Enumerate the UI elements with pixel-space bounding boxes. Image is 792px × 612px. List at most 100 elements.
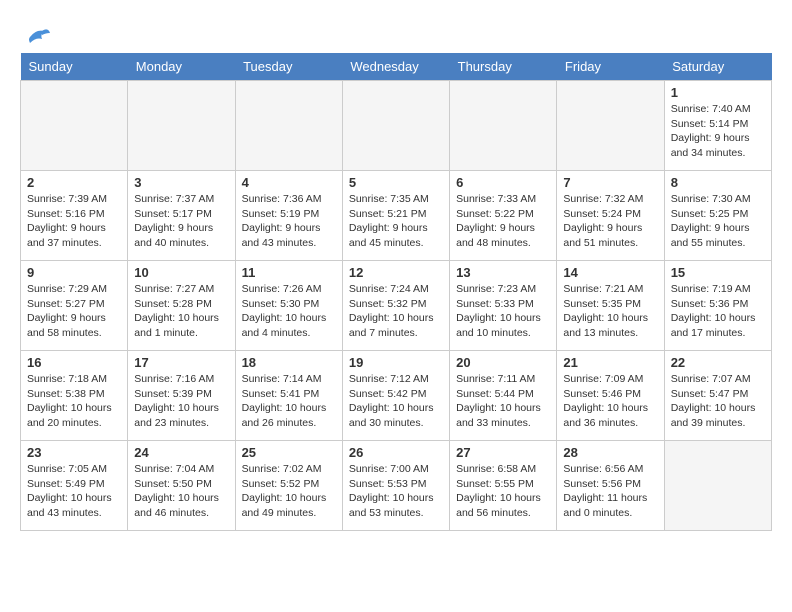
- day-info: Sunrise: 7:30 AMSunset: 5:25 PMDaylight:…: [671, 193, 751, 249]
- day-info: Sunrise: 7:40 AMSunset: 5:14 PMDaylight:…: [671, 103, 751, 159]
- day-number: 18: [242, 355, 336, 370]
- week-row-3: 9 Sunrise: 7:29 AMSunset: 5:27 PMDaylight…: [21, 261, 772, 351]
- logo: [20, 25, 52, 43]
- calendar-cell: 28 Sunrise: 6:56 AMSunset: 5:56 PMDayligh…: [557, 441, 664, 531]
- header: [20, 20, 772, 43]
- day-number: 17: [134, 355, 228, 370]
- calendar-cell: 25 Sunrise: 7:02 AMSunset: 5:52 PMDayligh…: [235, 441, 342, 531]
- calendar-header-row: SundayMondayTuesdayWednesdayThursdayFrid…: [21, 53, 772, 81]
- day-number: 13: [456, 265, 550, 280]
- calendar-cell: 12Sunrise: 7:24 AMSunset: 5:32 PMDayligh…: [342, 261, 449, 351]
- day-info: Sunrise: 7:00 AMSunset: 5:53 PMDaylight:…: [349, 463, 434, 519]
- header-friday: Friday: [557, 53, 664, 81]
- day-number: 10: [134, 265, 228, 280]
- calendar-cell: [342, 81, 449, 171]
- calendar-cell: 4 Sunrise: 7:36 AMSunset: 5:19 PMDaylight…: [235, 171, 342, 261]
- day-number: 7: [563, 175, 657, 190]
- header-thursday: Thursday: [450, 53, 557, 81]
- day-number: 27: [456, 445, 550, 460]
- day-info: Sunrise: 7:33 AMSunset: 5:22 PMDaylight:…: [456, 193, 536, 249]
- day-info: Sunrise: 7:35 AMSunset: 5:21 PMDaylight:…: [349, 193, 429, 249]
- header-wednesday: Wednesday: [342, 53, 449, 81]
- day-info: Sunrise: 7:11 AMSunset: 5:44 PMDaylight:…: [456, 373, 541, 429]
- day-info: Sunrise: 7:24 AMSunset: 5:32 PMDaylight:…: [349, 283, 434, 339]
- day-number: 20: [456, 355, 550, 370]
- calendar-cell: [128, 81, 235, 171]
- day-number: 9: [27, 265, 121, 280]
- calendar-cell: 14 Sunrise: 7:21 AMSunset: 5:35 PMDayligh…: [557, 261, 664, 351]
- day-number: 3: [134, 175, 228, 190]
- day-info: Sunrise: 7:39 AMSunset: 5:16 PMDaylight:…: [27, 193, 107, 249]
- day-number: 19: [349, 355, 443, 370]
- day-info: Sunrise: 7:04 AMSunset: 5:50 PMDaylight:…: [134, 463, 219, 519]
- calendar-cell: [664, 441, 771, 531]
- day-number: 24: [134, 445, 228, 460]
- day-info: Sunrise: 7:16 AMSunset: 5:39 PMDaylight:…: [134, 373, 219, 429]
- calendar-cell: 15 Sunrise: 7:19 AMSunset: 5:36 PMDayligh…: [664, 261, 771, 351]
- calendar-cell: 24 Sunrise: 7:04 AMSunset: 5:50 PMDayligh…: [128, 441, 235, 531]
- day-info: Sunrise: 7:29 AMSunset: 5:27 PMDaylight:…: [27, 283, 107, 339]
- day-info: Sunrise: 7:02 AMSunset: 5:52 PMDaylight:…: [242, 463, 327, 519]
- calendar-cell: [557, 81, 664, 171]
- calendar-cell: 7 Sunrise: 7:32 AMSunset: 5:24 PMDaylight…: [557, 171, 664, 261]
- day-info: Sunrise: 7:19 AMSunset: 5:36 PMDaylight:…: [671, 283, 756, 339]
- calendar-cell: 16 Sunrise: 7:18 AMSunset: 5:38 PMDayligh…: [21, 351, 128, 441]
- day-info: Sunrise: 7:07 AMSunset: 5:47 PMDaylight:…: [671, 373, 756, 429]
- calendar-cell: 2 Sunrise: 7:39 AMSunset: 5:16 PMDaylight…: [21, 171, 128, 261]
- day-number: 25: [242, 445, 336, 460]
- day-info: Sunrise: 6:58 AMSunset: 5:55 PMDaylight:…: [456, 463, 541, 519]
- calendar-cell: 9 Sunrise: 7:29 AMSunset: 5:27 PMDaylight…: [21, 261, 128, 351]
- logo-bird-icon: [22, 25, 52, 49]
- day-number: 14: [563, 265, 657, 280]
- header-tuesday: Tuesday: [235, 53, 342, 81]
- week-row-5: 23 Sunrise: 7:05 AMSunset: 5:49 PMDayligh…: [21, 441, 772, 531]
- calendar-cell: 5Sunrise: 7:35 AMSunset: 5:21 PMDaylight…: [342, 171, 449, 261]
- week-row-4: 16 Sunrise: 7:18 AMSunset: 5:38 PMDayligh…: [21, 351, 772, 441]
- calendar-cell: 17 Sunrise: 7:16 AMSunset: 5:39 PMDayligh…: [128, 351, 235, 441]
- day-info: Sunrise: 7:36 AMSunset: 5:19 PMDaylight:…: [242, 193, 322, 249]
- day-info: Sunrise: 7:37 AMSunset: 5:17 PMDaylight:…: [134, 193, 214, 249]
- day-number: 21: [563, 355, 657, 370]
- calendar-cell: 1 Sunrise: 7:40 AMSunset: 5:14 PMDaylight…: [664, 81, 771, 171]
- day-info: Sunrise: 7:09 AMSunset: 5:46 PMDaylight:…: [563, 373, 648, 429]
- day-number: 2: [27, 175, 121, 190]
- calendar-cell: 26Sunrise: 7:00 AMSunset: 5:53 PMDayligh…: [342, 441, 449, 531]
- day-info: Sunrise: 7:26 AMSunset: 5:30 PMDaylight:…: [242, 283, 327, 339]
- calendar-cell: [21, 81, 128, 171]
- day-number: 1: [671, 85, 765, 100]
- day-number: 23: [27, 445, 121, 460]
- calendar-cell: 22 Sunrise: 7:07 AMSunset: 5:47 PMDayligh…: [664, 351, 771, 441]
- header-sunday: Sunday: [21, 53, 128, 81]
- calendar-cell: 21 Sunrise: 7:09 AMSunset: 5:46 PMDayligh…: [557, 351, 664, 441]
- day-info: Sunrise: 7:21 AMSunset: 5:35 PMDaylight:…: [563, 283, 648, 339]
- day-number: 16: [27, 355, 121, 370]
- week-row-1: 1 Sunrise: 7:40 AMSunset: 5:14 PMDaylight…: [21, 81, 772, 171]
- calendar-cell: 8 Sunrise: 7:30 AMSunset: 5:25 PMDaylight…: [664, 171, 771, 261]
- day-number: 4: [242, 175, 336, 190]
- week-row-2: 2 Sunrise: 7:39 AMSunset: 5:16 PMDaylight…: [21, 171, 772, 261]
- calendar-cell: 13 Sunrise: 7:23 AMSunset: 5:33 PMDayligh…: [450, 261, 557, 351]
- header-saturday: Saturday: [664, 53, 771, 81]
- day-info: Sunrise: 6:56 AMSunset: 5:56 PMDaylight:…: [563, 463, 647, 519]
- day-info: Sunrise: 7:27 AMSunset: 5:28 PMDaylight:…: [134, 283, 219, 339]
- calendar-cell: 19Sunrise: 7:12 AMSunset: 5:42 PMDayligh…: [342, 351, 449, 441]
- calendar-cell: 20 Sunrise: 7:11 AMSunset: 5:44 PMDayligh…: [450, 351, 557, 441]
- calendar-cell: 6Sunrise: 7:33 AMSunset: 5:22 PMDaylight…: [450, 171, 557, 261]
- calendar-cell: 3 Sunrise: 7:37 AMSunset: 5:17 PMDaylight…: [128, 171, 235, 261]
- calendar: SundayMondayTuesdayWednesdayThursdayFrid…: [20, 53, 772, 531]
- day-number: 28: [563, 445, 657, 460]
- day-info: Sunrise: 7:05 AMSunset: 5:49 PMDaylight:…: [27, 463, 112, 519]
- day-info: Sunrise: 7:32 AMSunset: 5:24 PMDaylight:…: [563, 193, 643, 249]
- day-number: 15: [671, 265, 765, 280]
- calendar-cell: [450, 81, 557, 171]
- day-info: Sunrise: 7:18 AMSunset: 5:38 PMDaylight:…: [27, 373, 112, 429]
- day-number: 8: [671, 175, 765, 190]
- calendar-cell: 18Sunrise: 7:14 AMSunset: 5:41 PMDayligh…: [235, 351, 342, 441]
- calendar-cell: 27 Sunrise: 6:58 AMSunset: 5:55 PMDayligh…: [450, 441, 557, 531]
- day-number: 11: [242, 265, 336, 280]
- header-monday: Monday: [128, 53, 235, 81]
- calendar-cell: 23 Sunrise: 7:05 AMSunset: 5:49 PMDayligh…: [21, 441, 128, 531]
- day-info: Sunrise: 7:23 AMSunset: 5:33 PMDaylight:…: [456, 283, 541, 339]
- calendar-cell: [235, 81, 342, 171]
- day-number: 22: [671, 355, 765, 370]
